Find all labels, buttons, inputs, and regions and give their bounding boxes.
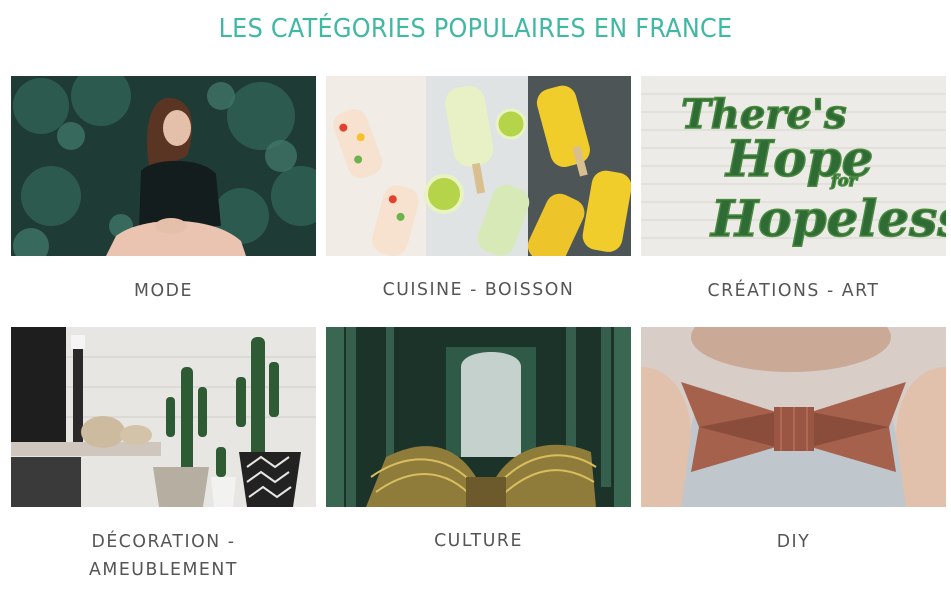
category-card-mode[interactable]: MODE (11, 76, 316, 316)
category-card-decoration-ameublement[interactable]: DÉCORATION - AMEUBLEMENT (11, 327, 316, 589)
category-card-cuisine-boisson[interactable]: CUISINE - BOISSON (326, 76, 631, 316)
category-label-culture: CULTURE (434, 530, 523, 551)
moss-text-for: for (830, 171, 859, 190)
category-label-mode: MODE (134, 280, 193, 301)
category-card-diy[interactable]: DIY (641, 327, 946, 567)
category-image-diy (641, 327, 946, 507)
category-image-mode (11, 76, 316, 256)
category-image-decoration-ameublement (11, 327, 316, 507)
moss-text-hopeless: Hopeless (709, 189, 946, 248)
category-image-culture (326, 327, 631, 507)
category-label-decoration-ameublement: DÉCORATION - AMEUBLEMENT (89, 531, 238, 580)
category-card-culture[interactable]: CULTURE (326, 327, 631, 567)
category-image-creations-art: There's Hope for Hopeless (641, 76, 946, 256)
category-label-cuisine-boisson: CUISINE - BOISSON (382, 279, 575, 300)
category-label-diy: DIY (776, 531, 811, 552)
category-card-creations-art[interactable]: There's Hope for Hopeless CRÉATIONS - AR… (641, 76, 946, 316)
page-title: LES CATÉGORIES POPULAIRES EN FRANCE (218, 14, 733, 44)
category-label-creations-art: CRÉATIONS - ART (707, 280, 880, 301)
category-image-cuisine-boisson (326, 76, 631, 256)
